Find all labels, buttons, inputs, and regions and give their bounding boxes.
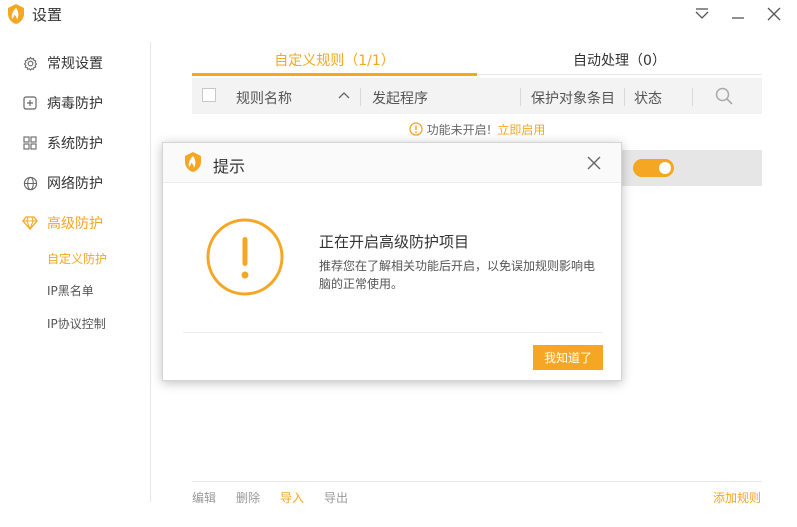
grid-icon <box>22 135 38 151</box>
column-separator <box>360 88 361 106</box>
active-tab-indicator <box>192 73 477 76</box>
sidebar-item-network[interactable]: 网络防护 <box>22 172 103 194</box>
table-header: 规则名称 发起程序 保护对象条目 状态 <box>192 78 762 114</box>
dialog-heading: 正在开启高级防护项目 <box>319 233 470 251</box>
enable-now-link[interactable]: 立即启用 <box>497 121 545 138</box>
column-header-initiator[interactable]: 发起程序 <box>372 88 428 108</box>
sort-up-icon[interactable] <box>338 91 350 99</box>
diamond-icon <box>22 215 38 231</box>
sidebar-item-advanced[interactable]: 高级防护 <box>22 212 103 234</box>
tab-auto-handle[interactable]: 自动处理（0） <box>477 50 762 70</box>
ok-button[interactable]: 我知道了 <box>533 345 603 370</box>
title-bar: 设置 <box>0 0 797 28</box>
toggle-knob <box>659 162 671 174</box>
warning-icon <box>206 218 284 296</box>
sidebar-subitem-ip-protocol[interactable]: IP协议控制 <box>47 315 106 332</box>
export-button[interactable]: 导出 <box>324 489 348 506</box>
dialog-message-line: 推荐您在了解相关功能后开启，以免误加规则影响电 <box>319 259 596 273</box>
sidebar-item-label: 网络防护 <box>47 176 103 192</box>
column-separator <box>692 88 693 106</box>
notice-text: 功能未开启! <box>426 122 492 137</box>
close-icon[interactable] <box>585 154 603 172</box>
sidebar: 常规设置 病毒防护 系统防护 网络防护 高级防护 自定义防护 IP黑名单 IP协… <box>0 42 151 502</box>
add-rule-button[interactable]: 添加规则 <box>713 489 761 506</box>
minimize-button[interactable] <box>726 3 750 25</box>
feature-disabled-notice: 功能未开启! 立即启用 <box>192 116 762 142</box>
column-header-protected-items[interactable]: 保护对象条目 <box>531 88 615 108</box>
edit-button[interactable]: 编辑 <box>192 489 216 506</box>
dialog-message-line: 脑的正常使用。 <box>319 277 404 291</box>
sidebar-item-virus[interactable]: 病毒防护 <box>22 92 103 114</box>
plus-square-icon <box>22 95 38 111</box>
column-separator <box>520 88 521 106</box>
footer-divider <box>192 481 762 482</box>
app-logo-icon <box>185 152 201 172</box>
dialog-title: 提示 <box>213 157 246 176</box>
rule-status-toggle[interactable] <box>633 159 674 177</box>
column-header-rule-name[interactable]: 规则名称 <box>236 88 292 108</box>
delete-button[interactable]: 删除 <box>236 489 260 506</box>
dialog-message: 推荐您在了解相关功能后开启，以免误加规则影响电 脑的正常使用。 <box>319 257 604 293</box>
prompt-dialog: 提示 正在开启高级防护项目 推荐您在了解相关功能后开启，以免误加规则影响电 脑的… <box>162 142 622 381</box>
sidebar-item-label: 常规设置 <box>47 56 103 72</box>
dropdown-icon <box>695 8 709 19</box>
globe-icon <box>22 175 38 191</box>
window-title: 设置 <box>32 6 63 24</box>
select-all-checkbox[interactable] <box>202 88 216 102</box>
gear-icon <box>22 55 38 71</box>
column-separator <box>624 88 625 106</box>
sidebar-item-label: 高级防护 <box>47 216 103 232</box>
sidebar-item-system[interactable]: 系统防护 <box>22 132 103 154</box>
sidebar-subitem-ip-blacklist[interactable]: IP黑名单 <box>47 282 94 299</box>
sidebar-subitem-custom-protection[interactable]: 自定义防护 <box>47 250 107 267</box>
tab-custom-rules[interactable]: 自定义规则（1/1） <box>192 50 477 70</box>
sidebar-item-label: 系统防护 <box>47 136 103 152</box>
search-icon[interactable] <box>715 87 733 105</box>
close-window-button[interactable] <box>762 3 786 25</box>
sidebar-item-label: 病毒防护 <box>47 96 103 112</box>
menu-dropdown-button[interactable] <box>690 3 714 25</box>
dialog-divider <box>183 332 603 333</box>
app-logo-icon <box>8 4 24 24</box>
close-icon <box>767 7 781 21</box>
sidebar-item-general[interactable]: 常规设置 <box>22 52 103 74</box>
warning-icon <box>408 122 423 136</box>
import-button[interactable]: 导入 <box>280 489 304 506</box>
column-header-status[interactable]: 状态 <box>634 88 662 108</box>
dialog-header: 提示 <box>163 143 621 183</box>
minimize-icon <box>732 17 744 19</box>
